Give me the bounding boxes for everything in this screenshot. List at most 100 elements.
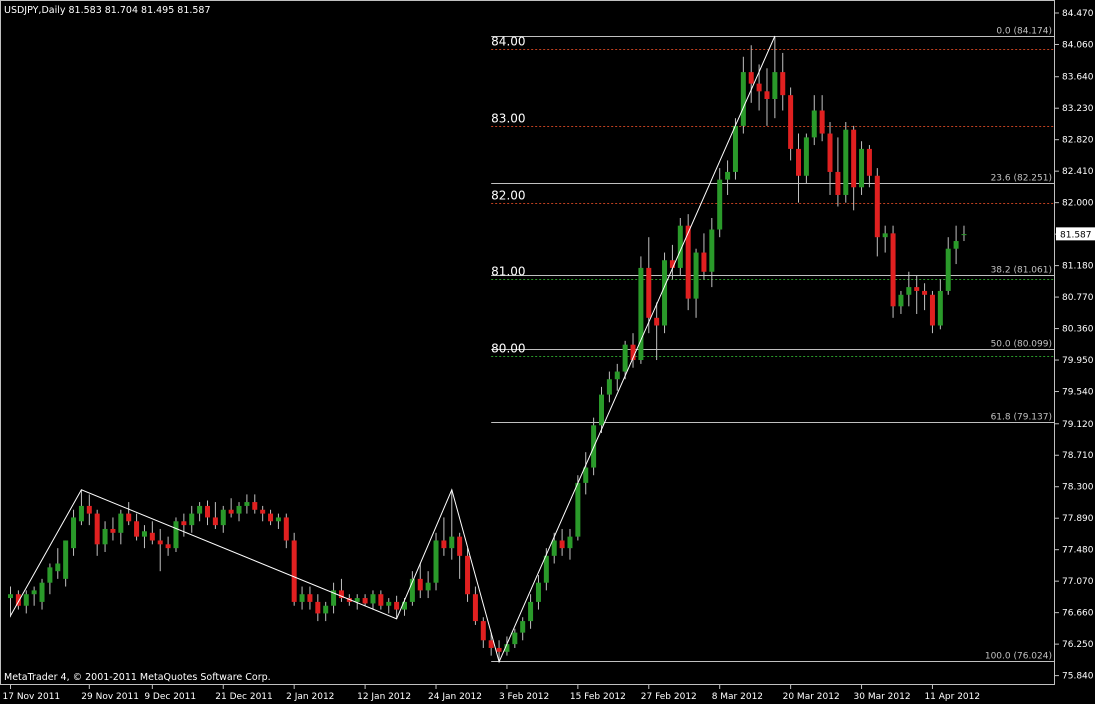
- candle-body: [693, 252, 699, 299]
- candle-body: [535, 582, 541, 602]
- price-tick-label: 77.070: [1062, 577, 1094, 587]
- current-price-box: 81.587: [1056, 227, 1095, 241]
- candle-body: [394, 601, 400, 610]
- candle-body: [47, 567, 53, 583]
- candle-body: [283, 517, 289, 541]
- candle: [890, 225, 896, 318]
- candle-body: [378, 594, 384, 606]
- price-tick-label: 80.360: [1062, 325, 1094, 335]
- candle-body: [275, 517, 281, 522]
- candle-body: [55, 563, 61, 572]
- candle-body: [780, 72, 786, 96]
- candle-body: [228, 509, 234, 514]
- candle-body: [898, 294, 904, 307]
- price-tick-label: 77.890: [1062, 514, 1094, 524]
- price-tick-label: 76.660: [1062, 609, 1094, 619]
- fib-label: 23.6 (82.251): [991, 174, 1052, 184]
- candle-body: [94, 513, 100, 545]
- candle-body: [102, 528, 108, 545]
- price-tick-label: 78.300: [1062, 483, 1094, 493]
- copyright-label: MetaTrader 4, © 2001-2011 MetaQuotes Sof…: [4, 672, 271, 683]
- candle-body: [220, 509, 226, 526]
- candle-body: [291, 540, 297, 602]
- price-tick-label: 84.060: [1062, 40, 1094, 50]
- candle-body: [189, 513, 195, 526]
- candle-body: [740, 72, 746, 126]
- candle-body: [559, 540, 565, 549]
- candle-body: [646, 267, 652, 318]
- candle-body: [441, 540, 447, 549]
- candle-body: [23, 594, 29, 606]
- candle-body: [551, 540, 557, 556]
- candle-body: [465, 555, 471, 595]
- candle-body: [874, 175, 880, 238]
- price-tick-label: 78.710: [1062, 451, 1094, 461]
- candle-body: [922, 290, 928, 295]
- candle-body: [126, 513, 132, 522]
- candle-body: [638, 267, 644, 361]
- price-tick-label: 79.120: [1062, 420, 1094, 430]
- candle-body: [165, 544, 171, 549]
- candle-body: [370, 594, 376, 604]
- level-label: 83.00: [491, 112, 525, 126]
- candle-body: [843, 129, 849, 195]
- time-tick-label: 3 Feb 2012: [499, 692, 549, 702]
- time-tick-label: 20 Mar 2012: [783, 692, 840, 702]
- candle-body: [606, 379, 612, 395]
- candle-body: [945, 248, 951, 291]
- current-price-label: 81.587: [1060, 230, 1092, 240]
- candle-body: [362, 598, 368, 604]
- candle-body: [134, 521, 140, 537]
- candle: [859, 141, 865, 195]
- candle-body: [149, 532, 155, 541]
- candle-body: [803, 137, 809, 176]
- candle-body: [614, 371, 620, 380]
- candle-body: [859, 148, 865, 188]
- candle: [465, 548, 471, 602]
- candle: [575, 475, 581, 541]
- candle-body: [496, 647, 502, 652]
- candlestick-chart[interactable]: 0.0 (84.174) 23.6 (82.251) 38.2 (81.061) 50…: [0, 0, 1095, 704]
- candle-body: [543, 555, 549, 583]
- candle-body: [323, 605, 329, 614]
- candle-body: [268, 513, 274, 522]
- price-tick-label: 75.840: [1062, 672, 1094, 682]
- candle-body: [173, 521, 179, 549]
- candle-body: [110, 528, 116, 533]
- candle-body: [835, 171, 841, 195]
- fib-label: 38.2 (81.061): [991, 266, 1052, 276]
- chart-background: [0, 0, 1095, 704]
- time-tick-label: 27 Feb 2012: [641, 692, 697, 702]
- candle-body: [299, 594, 305, 602]
- candle-body: [8, 594, 13, 599]
- price-tick-label: 83.230: [1062, 104, 1094, 114]
- candle-body: [449, 536, 455, 549]
- candle-body: [599, 394, 604, 426]
- candle-body: [457, 536, 463, 556]
- candle: [173, 517, 179, 552]
- candle-body: [890, 233, 896, 307]
- level-label: 84.00: [491, 35, 525, 49]
- candle-body: [78, 505, 84, 522]
- candle-body: [732, 125, 738, 172]
- candle-body: [866, 148, 872, 176]
- candle: [433, 532, 439, 591]
- time-tick-label: 9 Dec 2011: [144, 692, 196, 702]
- fib-label: 61.8 (79.137): [991, 413, 1052, 423]
- candle-body: [709, 229, 715, 272]
- chart-title: USDJPY,Daily 81.583 81.704 81.495 81.587: [4, 5, 211, 16]
- price-tick-label: 82.410: [1062, 167, 1094, 177]
- candle-body: [31, 590, 37, 595]
- candle: [662, 252, 668, 334]
- candle-body: [315, 601, 321, 614]
- candle-body: [433, 540, 439, 583]
- candle-body: [851, 129, 857, 188]
- candle-body: [402, 601, 407, 610]
- price-tick-label: 83.640: [1062, 73, 1094, 83]
- candle-body: [929, 294, 935, 326]
- candle-body: [480, 621, 486, 641]
- candle-body: [141, 531, 147, 537]
- candle-body: [764, 91, 770, 99]
- candle-body: [386, 601, 392, 606]
- candle-body: [472, 594, 478, 622]
